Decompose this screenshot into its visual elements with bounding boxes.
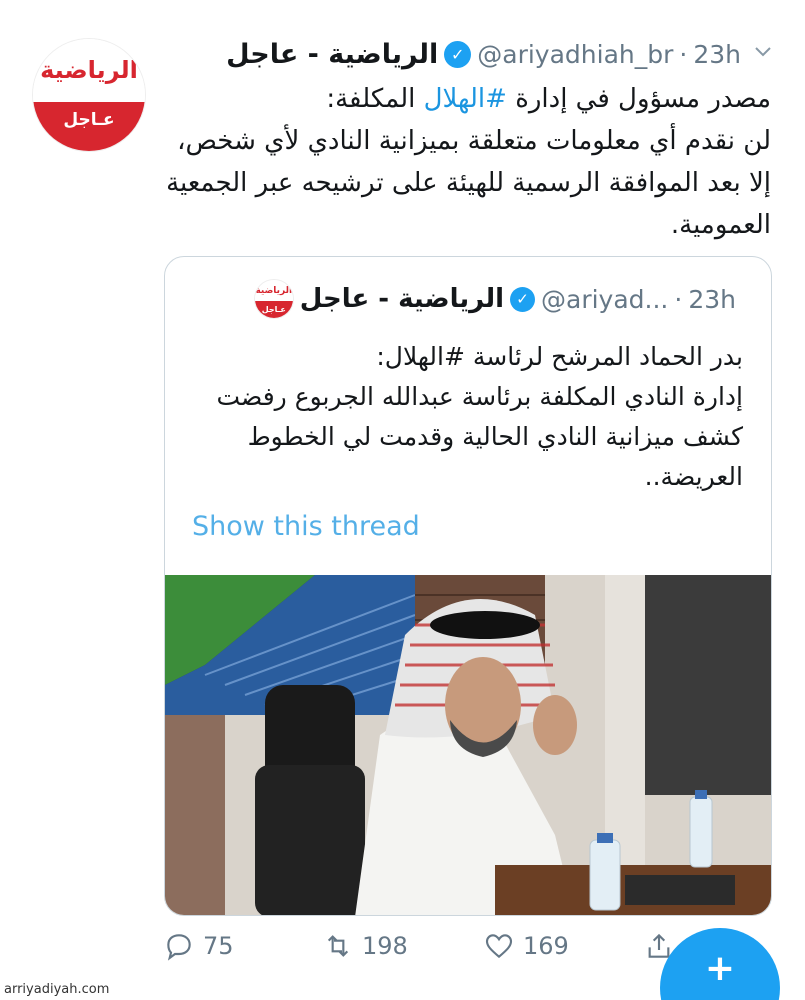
photo-illustration	[165, 575, 771, 915]
tweet-handle[interactable]: @ariyadhiah_br	[477, 40, 673, 69]
quoted-dot: ·	[674, 284, 683, 314]
tweet-author-name[interactable]: الرياضية - عاجل	[226, 39, 438, 70]
watermark-text: arriyadiyah.com	[4, 982, 110, 997]
show-thread-link[interactable]: Show this thread	[192, 511, 420, 542]
heart-icon	[485, 934, 513, 959]
quoted-time: 23h	[688, 284, 736, 314]
quoted-hashtag: #الهلال	[384, 342, 465, 371]
retweet-button[interactable]: 198	[322, 930, 408, 962]
reply-icon	[167, 934, 191, 961]
verified-badge-icon: ✓	[444, 40, 472, 68]
quoted-tweet-photo[interactable]	[165, 575, 771, 915]
quoted-tweet-text: بدر الحماد المرشح لرئاسة #الهلال: إدارة …	[216, 342, 744, 491]
reply-count: 75	[203, 932, 234, 960]
like-count: 169	[523, 932, 569, 960]
hashtag-link[interactable]: #الهلال	[424, 84, 507, 114]
chevron-down-icon[interactable]	[751, 40, 775, 64]
retweet-count: 198	[362, 932, 408, 960]
retweet-icon	[327, 935, 349, 957]
quoted-avatar: الرياضية عـاجل	[253, 279, 294, 319]
tweet-header: 23h · @ariyadhiah_br ✓ الرياضية - عاجل	[155, 34, 775, 74]
profile-avatar[interactable]: الرياضية عـاجل	[32, 38, 146, 152]
tweet-text: مصدر مسؤول في إدارة #الهلال المكلفة: لن …	[166, 84, 771, 240]
reply-button[interactable]: 75	[163, 930, 234, 962]
compose-plus-icon: +	[704, 948, 736, 989]
quoted-handle: @ariyad...	[541, 284, 669, 314]
quoted-author-name: الرياضية - عاجل	[299, 284, 505, 314]
like-button[interactable]: 169	[483, 930, 569, 962]
tweet-time[interactable]: 23h	[693, 40, 741, 69]
quoted-tweet-header: الرياضية عـاجل الرياضية - عاجل ✓ @ariyad…	[253, 279, 736, 319]
avatar-logo-top: الرياضية	[33, 39, 145, 102]
avatar-logo-bottom: عـاجل	[33, 101, 145, 151]
verified-badge-icon: ✓	[510, 286, 536, 312]
quoted-tweet[interactable]: الرياضية عـاجل الرياضية - عاجل ✓ @ariyad…	[164, 256, 772, 916]
header-dot: ·	[679, 39, 688, 69]
